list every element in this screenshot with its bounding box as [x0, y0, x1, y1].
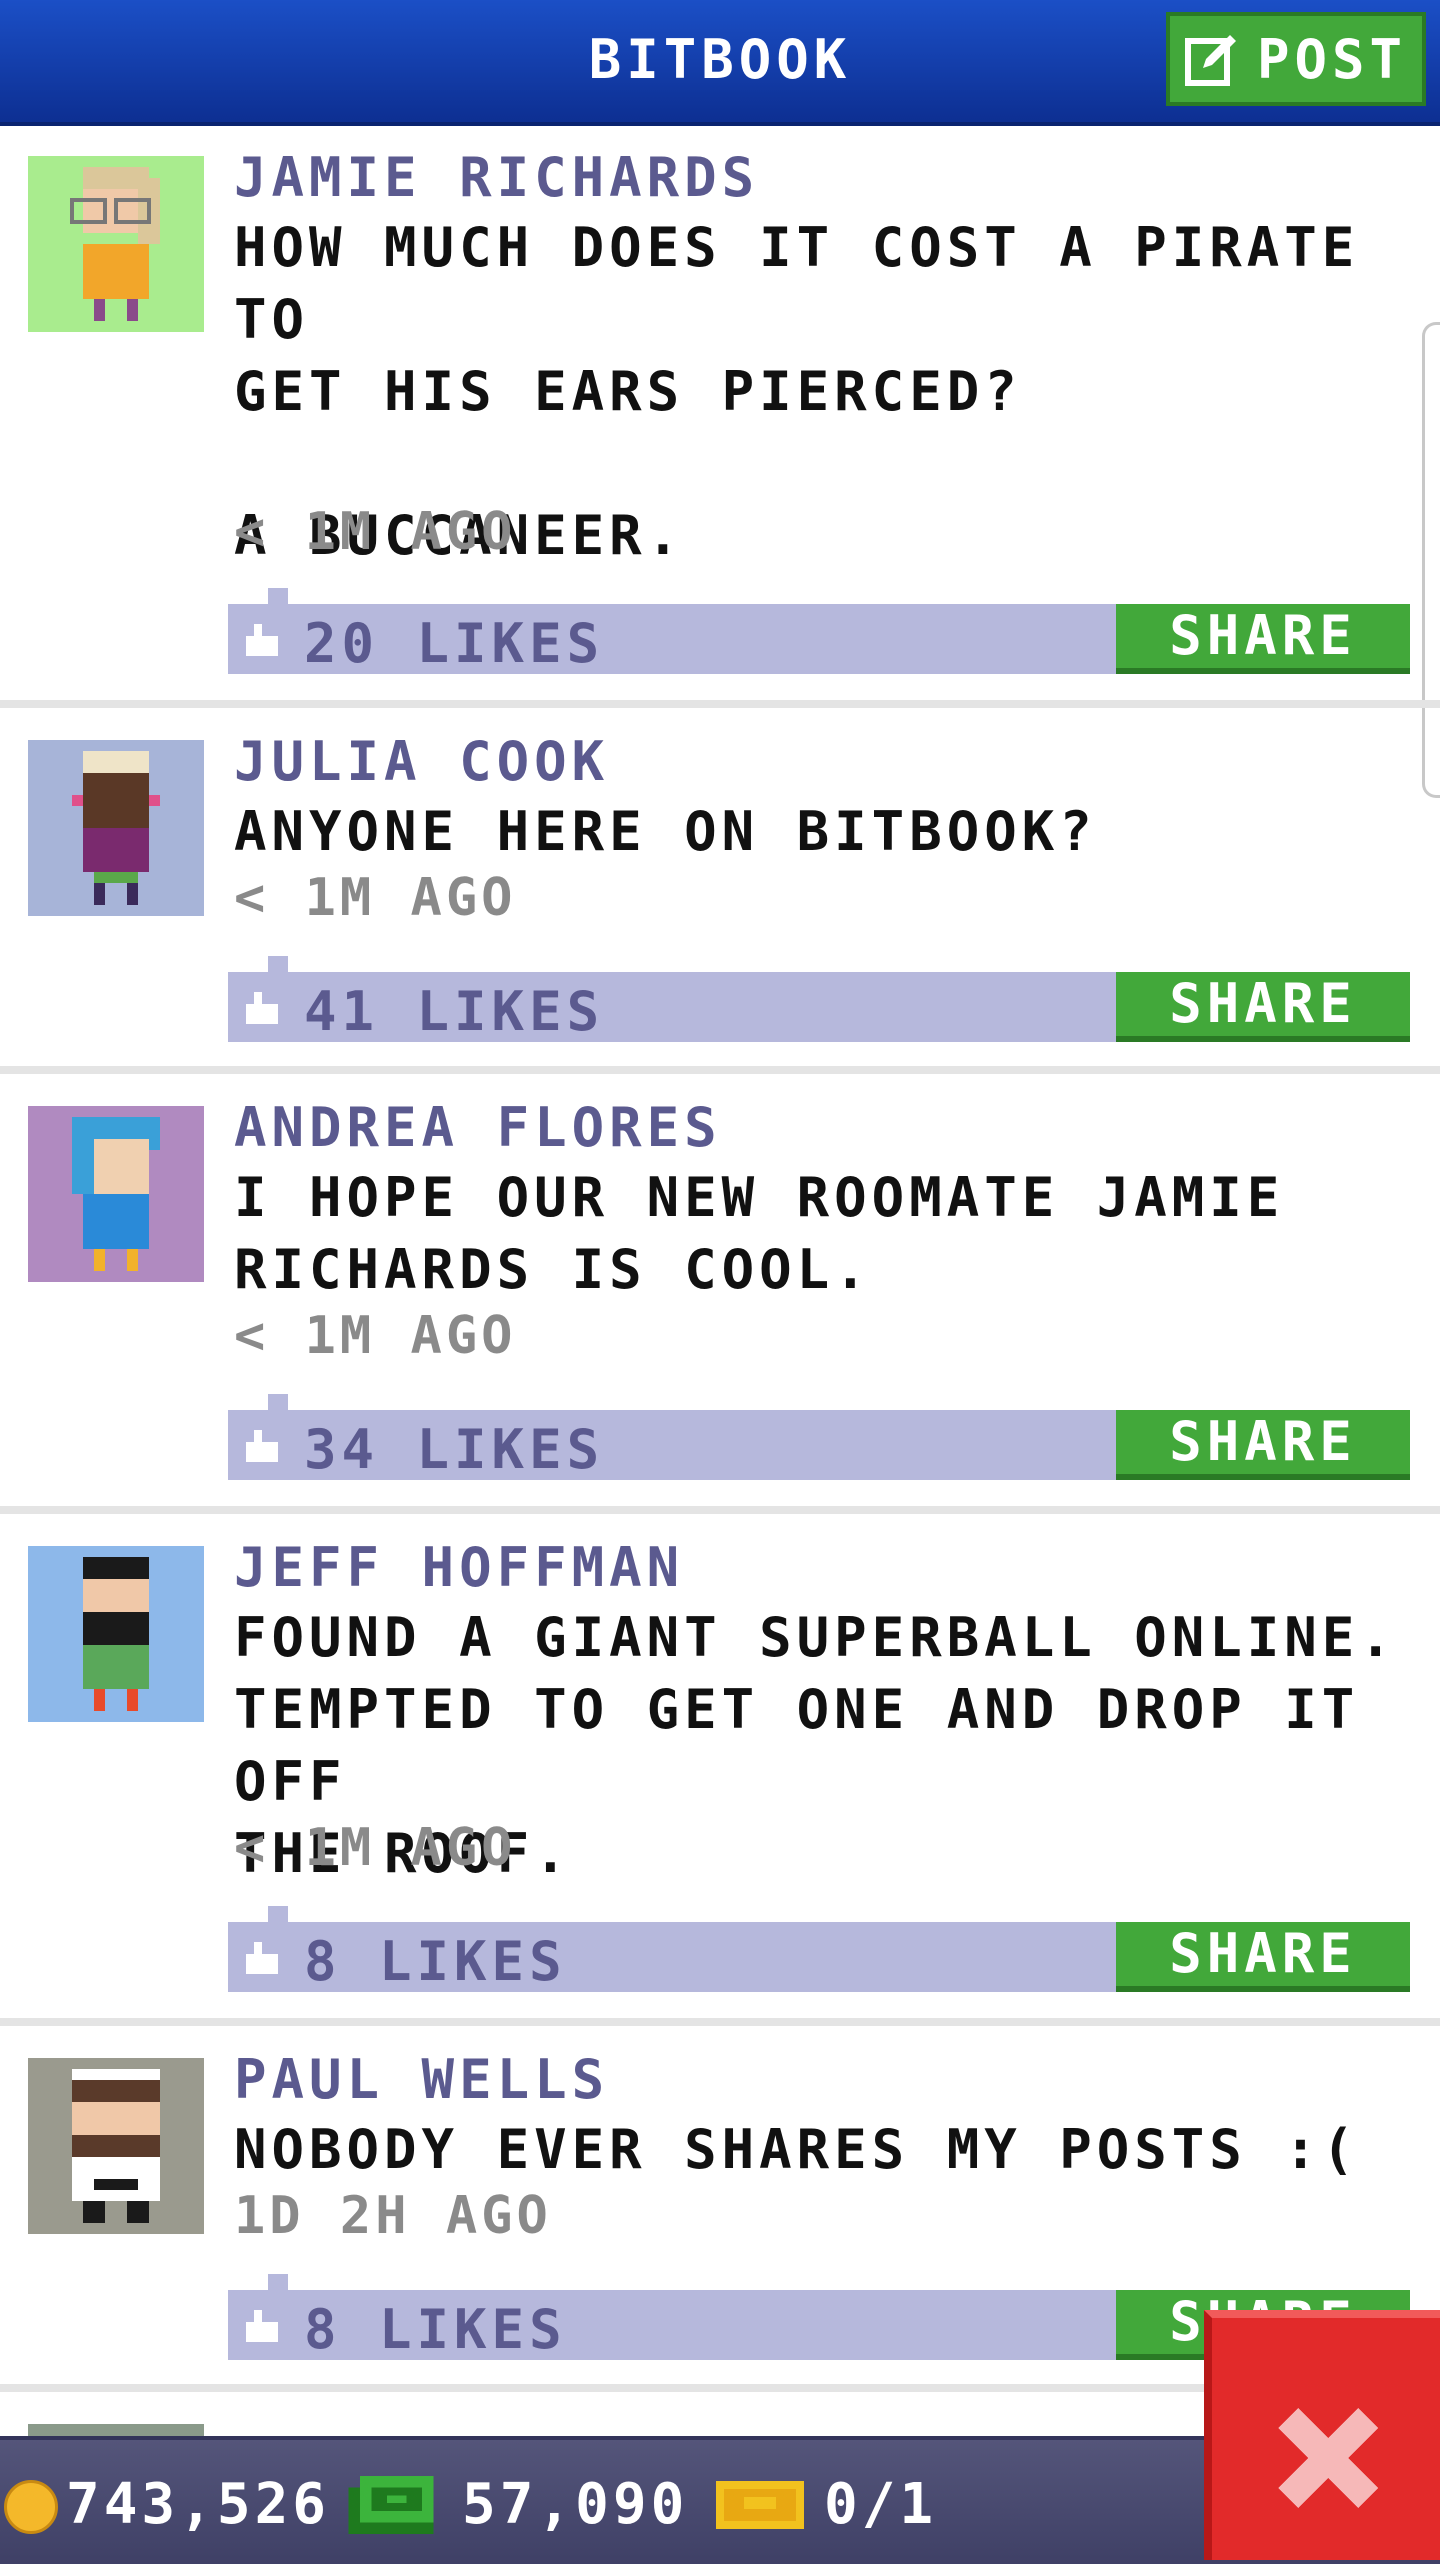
- ticket-icon: [716, 2481, 804, 2529]
- post-message: NOBODY EVER SHARES MY POSTS :(: [234, 2118, 1360, 2181]
- likes-bar: 41 LIKES SHARE: [228, 956, 1410, 1043]
- likes-bar-tab: [268, 2274, 288, 2290]
- post-button-label: POST: [1256, 27, 1408, 91]
- avatar[interactable]: [28, 740, 204, 916]
- likes-bar-tab: [268, 1394, 288, 1410]
- avatar[interactable]: [28, 1106, 204, 1282]
- share-button[interactable]: SHARE: [1116, 1922, 1410, 1992]
- post-divider: [0, 1066, 1440, 1074]
- post-time: < 1M AGO: [234, 868, 517, 928]
- share-button[interactable]: SHARE: [1116, 604, 1410, 674]
- likes-count[interactable]: 8 LIKES: [304, 1930, 567, 1993]
- post-button[interactable]: POST: [1166, 12, 1426, 106]
- likes-bar-tab: [268, 588, 288, 604]
- cash-icon: [348, 2476, 434, 2534]
- post-author[interactable]: JEFF HOFFMAN: [234, 1536, 684, 1599]
- post-author[interactable]: PAUL WELLS: [234, 2048, 609, 2111]
- app-header: BITBOOK POST: [0, 0, 1440, 126]
- thumbs-up-icon: [246, 1942, 278, 1974]
- thumbs-up-icon: [246, 624, 278, 656]
- post-message: ANYONE HERE ON BITBOOK?: [234, 800, 1097, 863]
- likes-count[interactable]: 41 LIKES: [304, 980, 604, 1043]
- close-button[interactable]: [1204, 2310, 1440, 2560]
- likes-count[interactable]: 8 LIKES: [304, 2298, 567, 2361]
- post-time: 1D 2H AGO: [234, 2186, 552, 2246]
- coin-icon: [4, 2480, 58, 2534]
- avatar[interactable]: [28, 2058, 204, 2234]
- post-author[interactable]: JAMIE RICHARDS: [234, 146, 759, 209]
- post-time: < 1M AGO: [234, 1306, 517, 1366]
- close-icon: [1278, 2408, 1378, 2508]
- scroll-indicator[interactable]: [1422, 322, 1440, 798]
- avatar[interactable]: [28, 1546, 204, 1722]
- likes-bar-tab: [268, 1906, 288, 1922]
- post-time: < 1M AGO: [234, 1818, 517, 1878]
- likes-bar-tab: [268, 956, 288, 972]
- avatar[interactable]: [28, 156, 204, 332]
- post-message: I HOPE OUR NEW ROOMATE JAMIE RICHARDS IS…: [234, 1166, 1285, 1301]
- compose-icon: [1184, 35, 1236, 86]
- tickets-count: 0/1: [824, 2472, 938, 2537]
- coins-count: 743,526: [66, 2472, 331, 2537]
- share-button[interactable]: SHARE: [1116, 1410, 1410, 1480]
- likes-count[interactable]: 20 LIKES: [304, 612, 604, 675]
- thumbs-up-icon: [246, 2310, 278, 2342]
- likes-bar: 20 LIKES SHARE: [228, 588, 1410, 675]
- post-time: < 1M AGO: [234, 502, 517, 562]
- share-button[interactable]: SHARE: [1116, 972, 1410, 1042]
- post-author[interactable]: ANDREA FLORES: [234, 1096, 722, 1159]
- post-divider: [0, 2018, 1440, 2026]
- cash-count: 57,090: [462, 2472, 689, 2537]
- likes-bar: 8 LIKES SHARE: [228, 1906, 1410, 1993]
- thumbs-up-icon: [246, 992, 278, 1024]
- post-divider: [0, 700, 1440, 708]
- post-divider: [0, 1506, 1440, 1514]
- likes-bar: 34 LIKES SHARE: [228, 1394, 1410, 1481]
- post-author[interactable]: JULIA COOK: [234, 730, 609, 793]
- thumbs-up-icon: [246, 1430, 278, 1462]
- likes-count[interactable]: 34 LIKES: [304, 1418, 604, 1481]
